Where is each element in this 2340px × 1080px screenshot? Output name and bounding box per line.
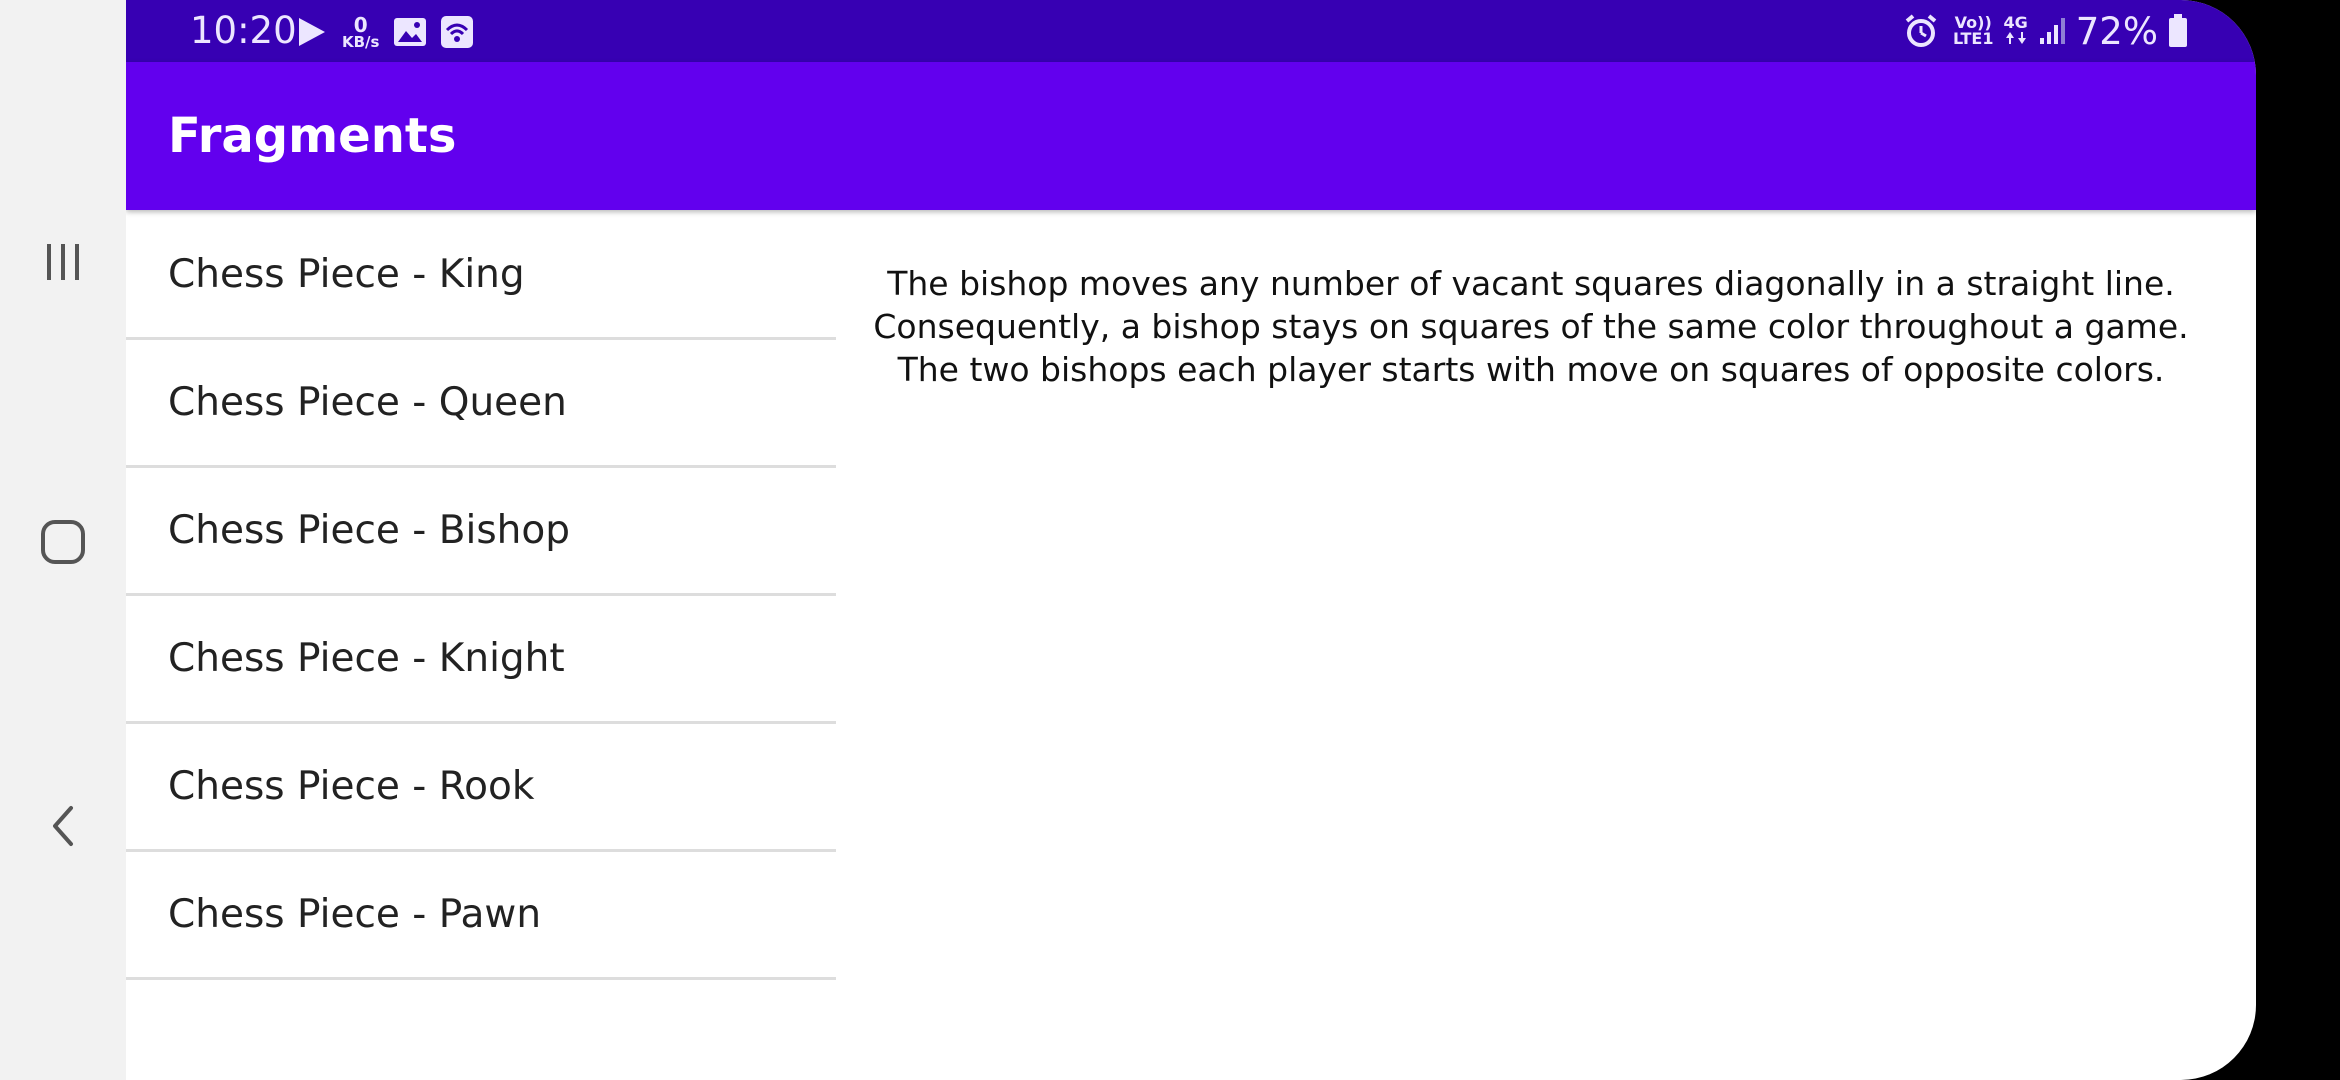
status-time: 10:20 — [190, 9, 297, 52]
data-speed: 0 KB/s — [342, 15, 379, 50]
data-activity-icon — [2005, 31, 2026, 44]
network-volte-bottom: LTE1 — [1952, 29, 1994, 48]
network-type-label: 4G — [2003, 12, 2028, 32]
list-item-bishop[interactable]: Chess Piece - Bishop — [126, 468, 836, 596]
list-item-pawn[interactable]: Chess Piece - Pawn — [126, 852, 836, 980]
home-icon — [41, 520, 85, 564]
list-item-queen[interactable]: Chess Piece - Queen — [126, 340, 836, 468]
network-type: 4G — [2003, 12, 2028, 48]
battery-percent: 72% — [2075, 9, 2158, 53]
recent-apps-button[interactable] — [23, 222, 103, 302]
status-left-icons: 0 KB/s — [294, 12, 474, 52]
status-bar: 10:20 0 KB/s Vo)) LTE1 4G 72% — [126, 0, 2256, 62]
back-button[interactable] — [23, 786, 103, 866]
gallery-icon — [394, 18, 427, 46]
list-item-label: Chess Piece - Knight — [168, 636, 565, 681]
app-toolbar: Fragments — [126, 62, 2256, 210]
data-speed-value: 0 — [353, 12, 368, 37]
network-activity-arrows — [2003, 31, 2027, 48]
wifi-hotspot-icon — [441, 16, 474, 48]
home-button[interactable] — [23, 502, 103, 582]
network-volte: Vo)) LTE1 — [1953, 15, 1994, 47]
toolbar-title: Fragments — [168, 108, 457, 164]
alarm-icon — [1905, 14, 1937, 47]
list-item-label: Chess Piece - Bishop — [168, 508, 571, 553]
list-item-king[interactable]: Chess Piece - King — [126, 212, 836, 340]
list-item-knight[interactable]: Chess Piece - Knight — [126, 596, 836, 724]
status-right-icons: Vo)) LTE1 4G 72% — [1903, 8, 2188, 54]
back-icon — [53, 806, 73, 846]
list-item-rook[interactable]: Chess Piece - Rook — [126, 724, 836, 852]
chess-piece-list: Chess Piece - King Chess Piece - Queen C… — [126, 212, 836, 980]
list-item-label: Chess Piece - Rook — [168, 764, 535, 809]
app-screen: 10:20 0 KB/s Vo)) LTE1 4G 72% Fragments … — [126, 0, 2256, 1080]
play-store-icon — [299, 18, 325, 46]
recent-apps-icon — [47, 244, 79, 280]
signal-icon — [2039, 18, 2065, 44]
battery-icon — [2169, 14, 2187, 47]
system-navigation-bar — [0, 0, 126, 1080]
detail-description: The bishop moves any number of vacant sq… — [873, 264, 2189, 389]
list-item-label: Chess Piece - King — [168, 252, 525, 297]
list-item-label: Chess Piece - Queen — [168, 380, 567, 425]
data-speed-unit: KB/s — [342, 32, 380, 51]
list-item-label: Chess Piece - Pawn — [168, 892, 542, 937]
